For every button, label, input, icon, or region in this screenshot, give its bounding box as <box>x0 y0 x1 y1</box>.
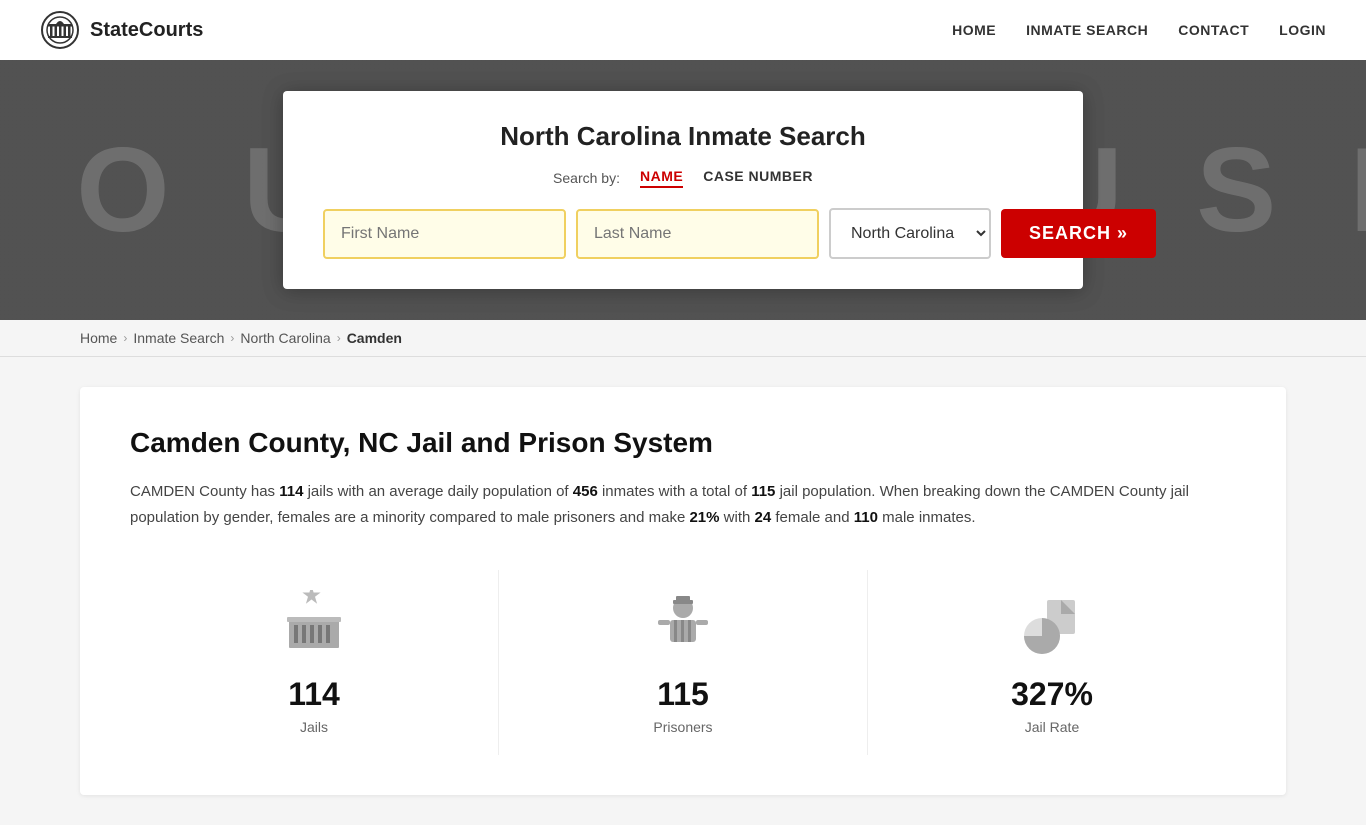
desc-end: male inmates. <box>878 509 976 526</box>
breadcrumb-home[interactable]: Home <box>80 330 117 346</box>
breadcrumb-inmate-search[interactable]: Inmate Search <box>133 330 224 346</box>
search-card-title: North Carolina Inmate Search <box>323 121 1043 152</box>
desc-pop-count: 456 <box>573 483 598 500</box>
main-content: Camden County, NC Jail and Prison System… <box>0 357 1366 825</box>
county-description: CAMDEN County has 114 jails with an aver… <box>130 479 1236 530</box>
content-card: Camden County, NC Jail and Prison System… <box>80 387 1286 795</box>
breadcrumb: Home › Inmate Search › North Carolina › … <box>0 320 1366 357</box>
stats-row: 114 Jails <box>130 570 1236 755</box>
desc-female-count: 24 <box>755 509 772 526</box>
county-title: Camden County, NC Jail and Prison System <box>130 427 1236 459</box>
search-by-row: Search by: NAME CASE NUMBER <box>323 168 1043 188</box>
desc-jails-count: 114 <box>279 483 303 500</box>
first-name-input[interactable] <box>323 209 566 259</box>
prisoners-icon <box>648 590 718 660</box>
desc-percent: 21% <box>689 509 719 526</box>
desc-mid4: with <box>720 509 755 526</box>
stat-prisoners-number: 115 <box>657 676 709 713</box>
site-header: StateCourts HOME INMATE SEARCH CONTACT L… <box>0 0 1366 60</box>
stat-prisoners: 115 Prisoners <box>499 570 868 755</box>
breadcrumb-state[interactable]: North Carolina <box>240 330 330 346</box>
logo-text: StateCourts <box>90 19 203 42</box>
stat-jails-label: Jails <box>300 719 328 735</box>
breadcrumb-current: Camden <box>347 330 402 346</box>
stat-jail-rate-label: Jail Rate <box>1025 719 1079 735</box>
nav-contact[interactable]: CONTACT <box>1178 22 1249 38</box>
stat-prisoners-label: Prisoners <box>653 719 712 735</box>
jail-rate-icon <box>1017 590 1087 660</box>
search-card: North Carolina Inmate Search Search by: … <box>283 91 1083 289</box>
search-by-label: Search by: <box>553 170 620 186</box>
search-button[interactable]: SEARCH » <box>1001 209 1156 258</box>
desc-total-count: 115 <box>751 483 775 500</box>
nav-inmate-search[interactable]: INMATE SEARCH <box>1026 22 1148 38</box>
desc-mid2: inmates with a total of <box>598 483 751 500</box>
main-nav: HOME INMATE SEARCH CONTACT LOGIN <box>952 22 1326 38</box>
stat-jail-rate: 327% Jail Rate <box>868 570 1236 755</box>
breadcrumb-sep-1: › <box>123 331 127 345</box>
desc-intro: CAMDEN County has <box>130 483 279 500</box>
nav-home[interactable]: HOME <box>952 22 996 38</box>
stat-jail-rate-number: 327% <box>1011 676 1093 713</box>
desc-mid5: female and <box>771 509 854 526</box>
stat-jails: 114 Jails <box>130 570 499 755</box>
state-select[interactable]: North Carolina South Carolina Virginia T… <box>829 208 991 259</box>
jails-icon <box>279 590 349 660</box>
tab-case-number[interactable]: CASE NUMBER <box>703 168 813 188</box>
stat-jails-number: 114 <box>288 676 340 713</box>
breadcrumb-sep-3: › <box>337 331 341 345</box>
logo-icon <box>40 10 80 50</box>
breadcrumb-sep-2: › <box>230 331 234 345</box>
desc-mid1: jails with an average daily population o… <box>303 483 572 500</box>
hero-section: C O U R T H O U S E North Carolina Inmat… <box>0 60 1366 320</box>
last-name-input[interactable] <box>576 209 819 259</box>
logo-area[interactable]: StateCourts <box>40 10 203 50</box>
tab-name[interactable]: NAME <box>640 168 683 188</box>
nav-login[interactable]: LOGIN <box>1279 22 1326 38</box>
desc-male-count: 110 <box>854 509 878 526</box>
search-inputs: North Carolina South Carolina Virginia T… <box>323 208 1043 259</box>
